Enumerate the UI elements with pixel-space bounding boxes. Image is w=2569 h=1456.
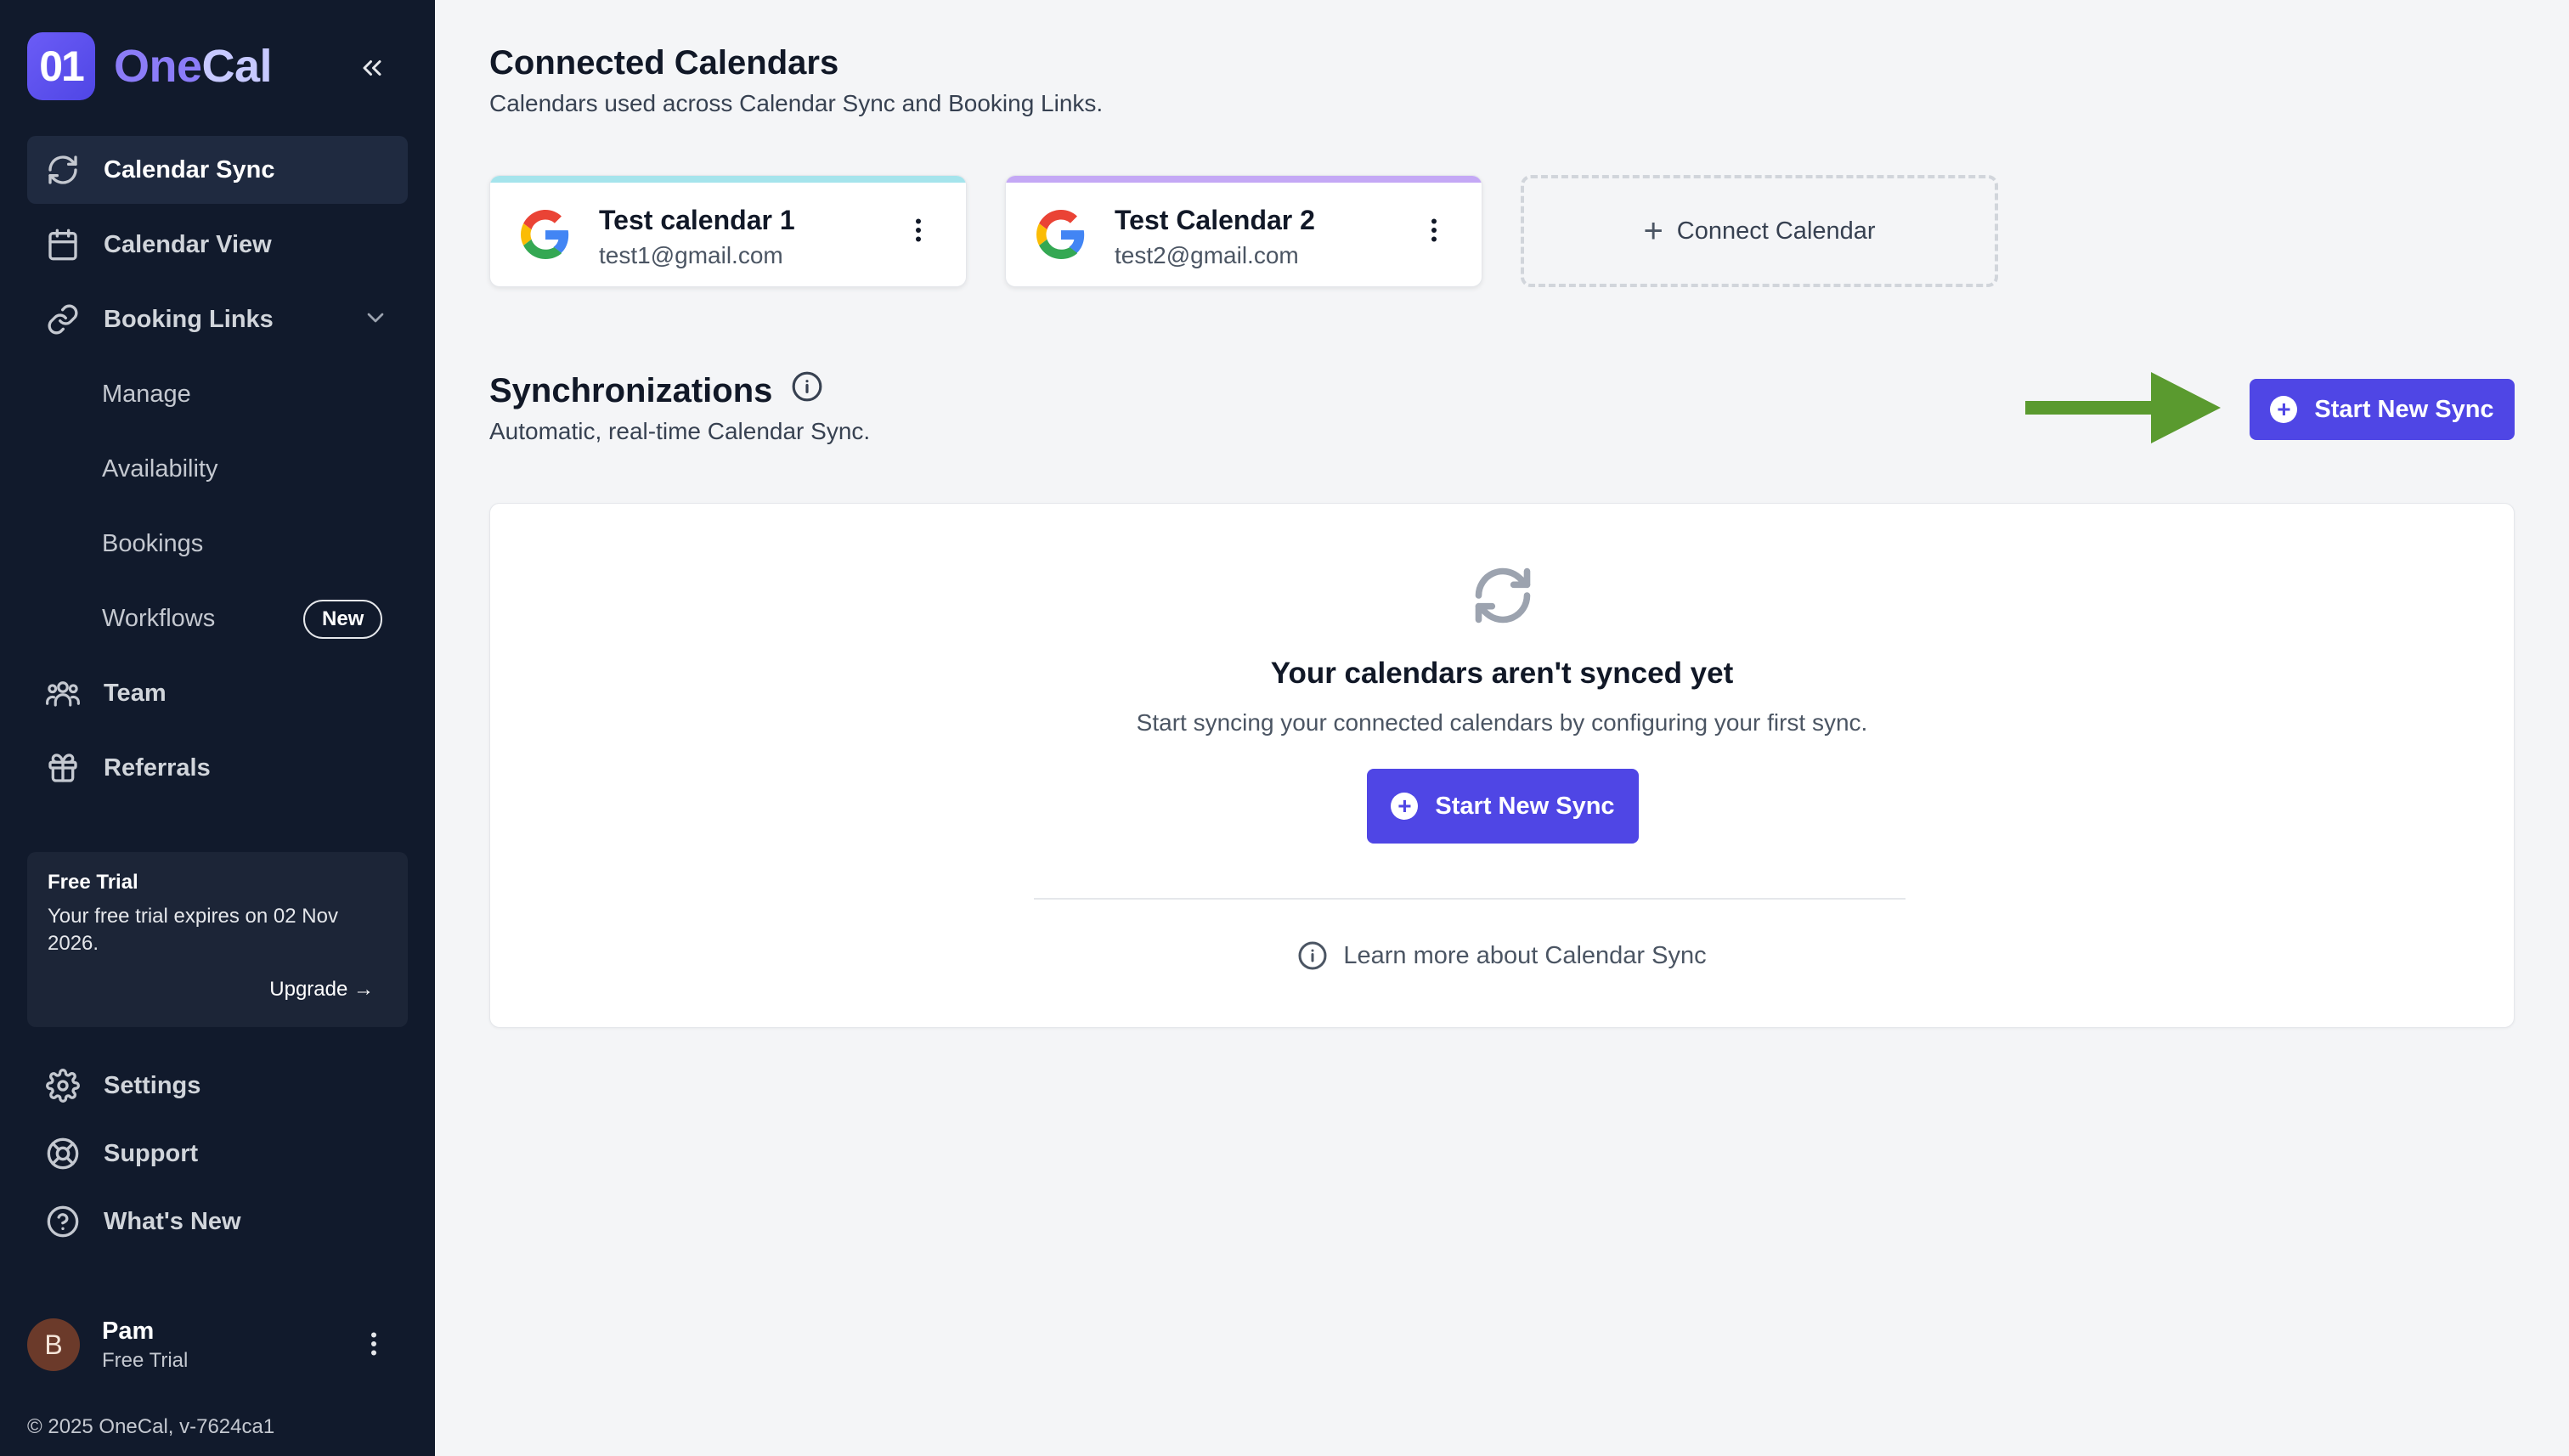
calendar-accent-bar [490, 176, 966, 183]
lifebuoy-icon [42, 1133, 83, 1174]
synchronizations-title: Synchronizations [489, 371, 773, 409]
connect-calendar-button[interactable]: + Connect Calendar [1521, 175, 1998, 287]
nav-label: Booking Links [104, 305, 274, 333]
synchronizations-header: Synchronizations [489, 370, 823, 411]
footer-version: © 2025 OneCal, v-7624ca1 [27, 1415, 275, 1438]
nav-referrals[interactable]: Referrals [27, 734, 408, 802]
gift-icon [42, 748, 83, 788]
learn-more-label: Learn more about Calendar Sync [1343, 941, 1707, 969]
trial-title: Free Trial [48, 871, 138, 894]
calendar-icon [42, 224, 83, 265]
calendar-menu-button[interactable] [1419, 215, 1449, 250]
calendar-menu-button[interactable] [903, 215, 934, 250]
double-chevron-left-icon [363, 60, 381, 76]
user-plan: Free Trial [102, 1348, 189, 1372]
empty-state-description: Start syncing your connected calendars b… [1136, 709, 1868, 736]
sync-icon [1475, 567, 1531, 624]
logo[interactable]: 01 OneCal [27, 32, 273, 100]
user-info: Pam Free Trial [102, 1318, 188, 1373]
info-icon [1298, 941, 1327, 970]
main-nav: Calendar Sync Calendar View Booking Link… [27, 136, 408, 809]
plus-circle-icon: + [1391, 793, 1419, 820]
nav-label: Referrals [104, 753, 211, 782]
green-arrow-icon [2025, 372, 2221, 443]
nav-label: Calendar View [104, 230, 272, 258]
empty-state-title: Your calendars aren't synced yet [1270, 657, 1734, 690]
calendar-email: test2@gmail.com [1115, 242, 1299, 268]
nav-calendar-view[interactable]: Calendar View [27, 211, 408, 279]
more-vertical-icon [916, 218, 921, 242]
upgrade-link[interactable]: Upgrade → [269, 978, 374, 1002]
free-trial-card: Free Trial Your free trial expires on 02… [27, 852, 408, 1027]
main-content: Connected Calendars Calendars used acros… [435, 0, 2569, 1456]
nav-whats-new[interactable]: What's New [27, 1191, 408, 1252]
nav-calendar-sync[interactable]: Calendar Sync [27, 136, 408, 204]
logo-text-cal: Cal [201, 41, 273, 92]
question-icon [42, 1201, 83, 1242]
nav-bookings[interactable]: Bookings [27, 510, 408, 578]
more-vertical-icon [371, 1332, 376, 1356]
trial-text: Your free trial expires on 02 Nov 2026. [48, 905, 338, 955]
user-name: Pam [102, 1317, 155, 1345]
user-profile[interactable]: B Pam Free Trial [27, 1315, 408, 1374]
collapse-sidebar-button[interactable] [348, 44, 396, 92]
empty-sync-panel: Your calendars aren't synced yet Start s… [489, 503, 2515, 1028]
start-new-sync-label: Start New Sync [2314, 395, 2494, 423]
start-new-sync-label: Start New Sync [1435, 792, 1615, 820]
nav-label: What's New [104, 1207, 241, 1235]
divider [1034, 898, 1906, 900]
calendar-email: test1@gmail.com [599, 242, 783, 268]
connected-calendars-title: Connected Calendars [489, 44, 839, 82]
synchronizations-subtitle: Automatic, real-time Calendar Sync. [489, 418, 871, 444]
calendar-accent-bar [1006, 176, 1482, 183]
nav-label: Availability [102, 454, 218, 483]
nav-label: Support [104, 1139, 199, 1167]
nav-availability[interactable]: Availability [27, 435, 408, 503]
logo-mark: 01 [27, 32, 95, 100]
info-icon[interactable] [791, 370, 823, 411]
calendar-name: Test calendar 1 [599, 205, 795, 235]
nav-manage[interactable]: Manage [27, 360, 408, 428]
logo-text-one: One [114, 41, 202, 92]
google-icon [1036, 210, 1085, 259]
connect-calendar-label: Connect Calendar [1676, 217, 1876, 245]
user-menu-button[interactable] [359, 1329, 389, 1363]
sync-icon [42, 150, 83, 190]
chevron-down-icon[interactable] [362, 304, 389, 338]
sidebar: 01 OneCal Calendar Sync Calendar View Bo… [0, 0, 435, 1456]
team-icon [42, 673, 83, 714]
nav-support[interactable]: Support [27, 1123, 408, 1184]
nav-label: Settings [104, 1071, 201, 1099]
plus-icon: + [1643, 212, 1663, 250]
avatar: B [27, 1318, 80, 1371]
logo-text: OneCal [114, 40, 273, 93]
empty-start-new-sync-button[interactable]: + Start New Sync [1367, 769, 1639, 844]
connected-calendars-subtitle: Calendars used across Calendar Sync and … [489, 90, 1104, 116]
plus-circle-icon: + [2270, 396, 2298, 423]
nav-booking-links[interactable]: Booking Links [27, 285, 408, 353]
google-icon [521, 210, 569, 259]
nav-workflows[interactable]: Workflows New [27, 584, 408, 652]
gear-icon [42, 1065, 83, 1106]
nav-label: Manage [102, 380, 191, 408]
new-badge: New [303, 600, 383, 639]
nav-label: Team [104, 679, 167, 707]
start-new-sync-button[interactable]: + Start New Sync [2250, 379, 2515, 440]
learn-more-link[interactable]: Learn more about Calendar Sync [490, 940, 2514, 971]
nav-label: Workflows [102, 604, 216, 632]
calendar-name: Test Calendar 2 [1115, 205, 1315, 235]
secondary-nav: Settings Support What's New [27, 1055, 408, 1259]
nav-team[interactable]: Team [27, 659, 408, 727]
nav-settings[interactable]: Settings [27, 1055, 408, 1116]
link-icon [42, 299, 83, 340]
nav-label: Bookings [102, 529, 204, 557]
calendar-card[interactable]: Test Calendar 2 test2@gmail.com [1005, 175, 1482, 287]
more-vertical-icon [1431, 218, 1437, 242]
nav-label: Calendar Sync [104, 155, 275, 183]
calendar-card[interactable]: Test calendar 1 test1@gmail.com [489, 175, 967, 287]
